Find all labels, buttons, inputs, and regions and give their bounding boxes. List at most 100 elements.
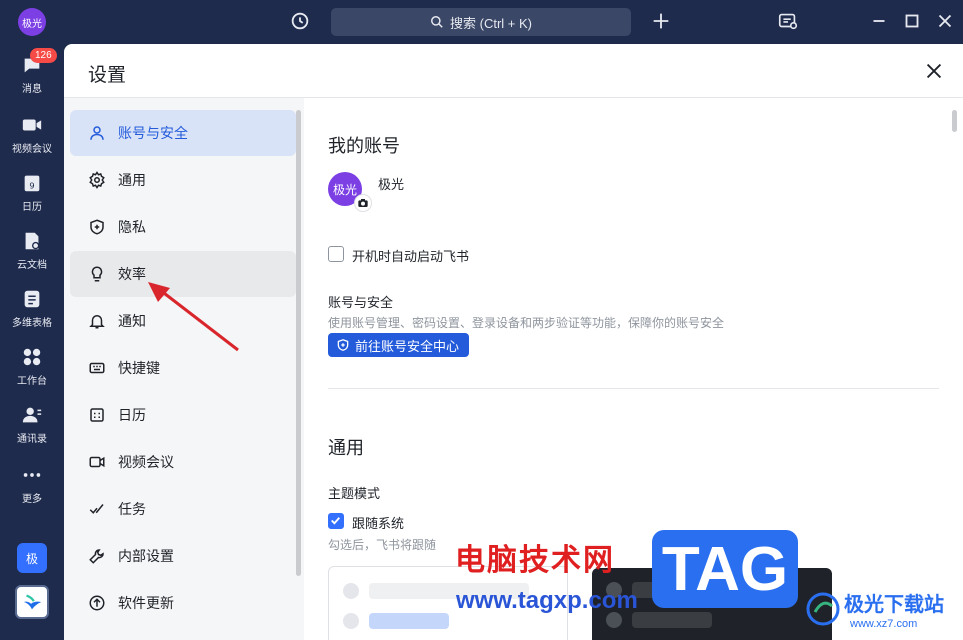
watermark-jg-logo-icon bbox=[806, 592, 840, 626]
dialog-header: 设置 bbox=[64, 44, 963, 98]
minimize-icon[interactable] bbox=[868, 10, 890, 32]
rail-label: 多维表格 bbox=[12, 318, 52, 329]
nav-item-tasks[interactable]: 任务 bbox=[70, 486, 296, 532]
calendar-day: 9 bbox=[29, 181, 34, 191]
nav-label: 视频会议 bbox=[118, 454, 174, 470]
shield-plus-icon bbox=[337, 339, 349, 351]
update-arrow-icon bbox=[89, 595, 105, 611]
nav-item-general[interactable]: 通用 bbox=[70, 157, 296, 203]
section-divider bbox=[328, 388, 939, 389]
follow-system-desc: 勾选后，飞书将跟随 bbox=[328, 538, 437, 552]
shield-icon bbox=[90, 219, 104, 235]
gear-icon bbox=[89, 171, 105, 189]
follow-system-label: 跟随系统 bbox=[352, 516, 405, 531]
document-icon bbox=[25, 232, 40, 250]
wrench-icon bbox=[89, 549, 104, 564]
history-icon[interactable] bbox=[289, 10, 311, 32]
autostart-label: 开机时自动启动飞书 bbox=[352, 249, 470, 264]
nav-item-software-update[interactable]: 软件更新 bbox=[70, 580, 296, 626]
account-security-title: 账号与安全 bbox=[328, 295, 394, 310]
my-account-heading: 我的账号 bbox=[328, 136, 400, 156]
video-camera-icon bbox=[22, 119, 42, 131]
unread-badge: 126 bbox=[30, 48, 57, 63]
nav-label: 内部设置 bbox=[118, 548, 174, 564]
user-avatar[interactable]: 极光 bbox=[18, 8, 46, 36]
security-center-label: 前往账号安全中心 bbox=[355, 338, 460, 354]
autostart-checkbox[interactable] bbox=[328, 246, 344, 262]
rail-label: 工作台 bbox=[17, 376, 47, 387]
camera-icon bbox=[358, 199, 368, 207]
more-dots-icon bbox=[23, 473, 41, 477]
nav-item-internal-settings[interactable]: 内部设置 bbox=[70, 533, 296, 579]
grid-apps-icon bbox=[23, 348, 41, 366]
rail-contacts[interactable]: 通讯录 bbox=[0, 404, 64, 445]
nav-label: 任务 bbox=[118, 501, 146, 517]
settings-nav: 账号与安全 通用 隐私 效率 通知 快捷键 日历 视频会议 任务 内部设置 软件… bbox=[64, 98, 304, 640]
task-check-icon bbox=[89, 504, 104, 514]
keyboard-icon bbox=[89, 362, 105, 374]
feishu-app-logo[interactable] bbox=[15, 585, 49, 619]
checkmark-icon bbox=[331, 517, 340, 525]
rail-label: 通讯录 bbox=[17, 434, 47, 445]
rail-label: 云文档 bbox=[17, 260, 47, 271]
org-logo[interactable]: 极 bbox=[17, 543, 47, 573]
nav-item-calendar[interactable]: 日历 bbox=[70, 392, 296, 438]
watermark-jg-name: 极光下载站 bbox=[844, 594, 944, 616]
lightbulb-icon bbox=[91, 266, 103, 282]
nav-label: 日历 bbox=[118, 407, 146, 423]
nav-scrollbar[interactable] bbox=[296, 110, 301, 576]
calendar-icon: 9 bbox=[24, 175, 40, 192]
watermark-site-url: www.tagxp.com bbox=[456, 587, 638, 614]
rail-calendar[interactable]: 9 日历 bbox=[0, 172, 64, 213]
camera-badge[interactable] bbox=[354, 194, 372, 212]
nav-label: 软件更新 bbox=[118, 595, 174, 611]
theme-mode-label: 主题模式 bbox=[328, 486, 381, 501]
security-center-button[interactable]: 前往账号安全中心 bbox=[328, 333, 470, 357]
rail-label: 视频会议 bbox=[12, 144, 52, 155]
video-icon bbox=[89, 456, 105, 468]
annotation-arrow bbox=[148, 282, 239, 352]
follow-system-checkbox[interactable] bbox=[328, 513, 344, 529]
table-icon bbox=[24, 290, 40, 308]
rail-more[interactable]: 更多 bbox=[0, 464, 64, 505]
contacts-icon bbox=[22, 407, 42, 423]
account-security-desc: 使用账号管理、密码设置、登录设备和两步验证等功能，保障你的账号安全 bbox=[328, 316, 725, 330]
watermark-tag-logo: TAG bbox=[652, 530, 798, 608]
maximize-icon[interactable] bbox=[901, 10, 923, 32]
rail-workplace[interactable]: 工作台 bbox=[0, 346, 64, 387]
watermark-jg-url: www.xz7.com bbox=[850, 618, 918, 630]
search-icon bbox=[431, 16, 443, 28]
announcement-icon[interactable] bbox=[777, 10, 799, 32]
content-scrollbar[interactable] bbox=[952, 110, 957, 132]
watermark-site-title: 电脑技术网 bbox=[455, 544, 615, 577]
nav-label: 通用 bbox=[118, 172, 146, 188]
search-box[interactable]: 搜索 (Ctrl + K) bbox=[331, 8, 631, 36]
calendar-icon bbox=[90, 408, 104, 422]
rail-docs[interactable]: 云文档 bbox=[0, 230, 64, 271]
username: 极光 bbox=[378, 177, 405, 192]
plus-icon[interactable] bbox=[650, 10, 672, 32]
rail-label: 更多 bbox=[22, 494, 42, 505]
nav-item-video-meeting[interactable]: 视频会议 bbox=[70, 439, 296, 485]
general-heading: 通用 bbox=[328, 438, 364, 458]
rail-label: 日历 bbox=[22, 202, 42, 213]
rail-base[interactable]: 多维表格 bbox=[0, 288, 64, 329]
rail-video-meeting[interactable]: 视频会议 bbox=[0, 114, 64, 155]
feishu-bird-icon bbox=[23, 594, 42, 610]
dialog-title: 设置 bbox=[88, 65, 127, 86]
left-rail: 126 消息 视频会议 9 日历 云文档 多维表格 工作台 通讯录 更多 极 bbox=[0, 44, 64, 640]
title-bar: 极光 搜索 (Ctrl + K) bbox=[0, 0, 963, 44]
nav-item-account-security[interactable]: 账号与安全 bbox=[70, 110, 296, 156]
nav-item-privacy[interactable]: 隐私 bbox=[70, 204, 296, 250]
bell-icon bbox=[89, 315, 105, 329]
rail-messages[interactable]: 126 消息 bbox=[0, 48, 64, 95]
person-icon bbox=[90, 126, 104, 140]
nav-label: 账号与安全 bbox=[118, 125, 188, 141]
nav-label: 隐私 bbox=[118, 219, 146, 235]
nav-label: 快捷键 bbox=[118, 360, 160, 376]
search-placeholder: 搜索 (Ctrl + K) bbox=[450, 15, 532, 31]
settings-content: 我的账号 极光 极光 开机时自动启动飞书 账号与安全 使用账号管理、密码设置、登… bbox=[304, 98, 963, 640]
window-close-icon[interactable] bbox=[934, 10, 956, 32]
close-icon[interactable] bbox=[923, 60, 945, 82]
rail-label: 消息 bbox=[22, 84, 42, 95]
